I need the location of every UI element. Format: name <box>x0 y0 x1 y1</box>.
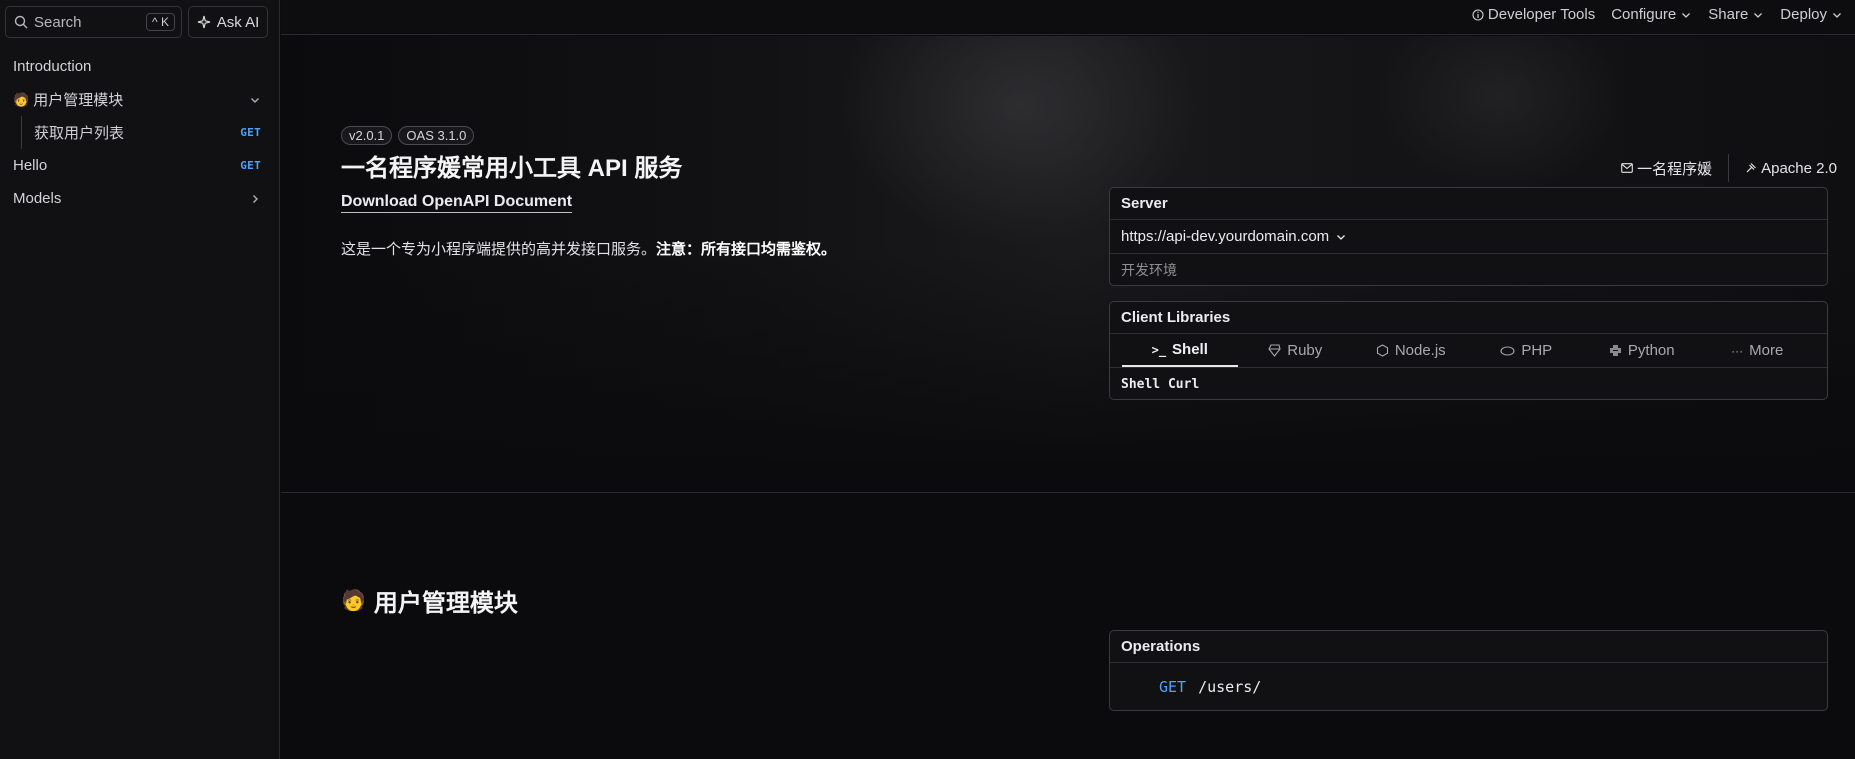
oas-badge: OAS 3.1.0 <box>398 126 475 145</box>
code-sample-label: Shell Curl <box>1121 376 1200 392</box>
version-badge: v2.0.1 <box>341 126 393 145</box>
client-libraries-heading: Client Libraries <box>1110 302 1827 334</box>
sidebar-item-label: 获取用户列表 <box>34 125 125 142</box>
tab-label: Node.js <box>1394 342 1446 359</box>
server-panel: Server https://api-dev.yourdomain.com 开发… <box>1109 187 1828 286</box>
developer-tools-label: Developer Tools <box>1487 6 1596 23</box>
terminal-icon: >_ <box>1151 342 1167 357</box>
search-input[interactable]: Search ^ K <box>5 6 182 38</box>
info-icon <box>1472 8 1484 21</box>
license-label: Apache 2.0 <box>1761 159 1837 177</box>
chevron-down-icon <box>1682 12 1691 18</box>
chevron-down-icon <box>1337 234 1346 240</box>
contact-label: 一名程序媛 <box>1637 160 1713 178</box>
configure-menu[interactable]: Configure <box>1611 6 1692 23</box>
operation-method: GET <box>1159 677 1187 696</box>
sidebar-item-hello[interactable]: Hello GET <box>0 149 279 182</box>
tab-shell[interactable]: >_ Shell <box>1122 334 1238 367</box>
tab-more[interactable]: ··· More <box>1700 334 1816 367</box>
client-libraries-panel: Client Libraries >_ Shell Ruby Node.js P… <box>1109 301 1828 400</box>
top-menu: Developer Tools Configure Share Deploy <box>1472 6 1843 23</box>
nodejs-icon <box>1376 344 1388 357</box>
php-icon <box>1500 345 1515 356</box>
search-shortcut: ^ K <box>146 13 175 31</box>
section-title: 🧑 用户管理模块 <box>341 583 518 618</box>
description-note: 注意：所有接口均需鉴权。 <box>656 241 837 258</box>
tab-label: PHP <box>1521 342 1553 359</box>
tab-php[interactable]: PHP <box>1469 334 1585 367</box>
gavel-icon <box>1746 163 1757 173</box>
license-link[interactable]: Apache 2.0 <box>1729 160 1837 177</box>
python-icon <box>1609 345 1621 356</box>
sidebar-item-label: Models <box>13 190 62 207</box>
server-url: https://api-dev.yourdomain.com <box>1121 228 1330 245</box>
chevron-down-icon <box>1754 12 1763 18</box>
deploy-menu[interactable]: Deploy <box>1780 6 1843 23</box>
search-label: Search <box>34 13 82 31</box>
deploy-label: Deploy <box>1780 6 1827 23</box>
sidebar-item-label: Introduction <box>13 58 92 75</box>
operations-panel: Operations GET /users/ <box>1109 630 1828 711</box>
chevron-right-icon[interactable] <box>249 193 261 205</box>
ask-ai-label: Ask AI <box>216 13 260 31</box>
tab-python[interactable]: Python <box>1584 334 1700 367</box>
operations-heading: Operations <box>1110 631 1827 663</box>
ruby-icon <box>1268 344 1281 357</box>
contact-link[interactable]: 一名程序媛 <box>1605 158 1728 179</box>
search-icon <box>14 15 28 29</box>
sidebar-item-label: Hello <box>13 157 48 174</box>
api-hero: v2.0.1 OAS 3.1.0 一名程序媛常用小工具 API 服务 Downl… <box>281 36 1855 493</box>
share-menu[interactable]: Share <box>1708 6 1764 23</box>
sidebar-item-models[interactable]: Models <box>0 182 279 215</box>
server-heading: Server <box>1110 188 1827 220</box>
server-environment: 开发环境 <box>1121 261 1177 278</box>
api-description: 这是一个专为小程序端提供的高并发接口服务。注意：所有接口均需鉴权。 <box>341 238 836 259</box>
top-bar: Developer Tools Configure Share Deploy <box>281 0 1855 35</box>
operation-row[interactable]: GET /users/ <box>1110 663 1827 710</box>
ellipsis-icon: ··· <box>1731 343 1744 358</box>
download-openapi-link[interactable]: Download OpenAPI Document <box>341 193 573 213</box>
server-select[interactable]: https://api-dev.yourdomain.com <box>1110 220 1827 254</box>
configure-label: Configure <box>1611 6 1677 23</box>
api-meta-links: 一名程序媛 Apache 2.0 <box>1605 154 1837 182</box>
tab-nodejs[interactable]: Node.js <box>1353 334 1469 367</box>
sidebar-item-user-management[interactable]: 🧑 用户管理模块 <box>0 83 279 116</box>
chevron-down-icon[interactable] <box>249 94 261 106</box>
user-emoji-icon: 🧑 <box>341 590 366 612</box>
sidebar-nav: Introduction 🧑 用户管理模块 获取用户列表 GET Hello G… <box>0 50 279 215</box>
mail-icon <box>1621 163 1633 173</box>
sidebar-item-label: 用户管理模块 <box>33 92 124 109</box>
api-info: v2.0.1 OAS 3.1.0 一名程序媛常用小工具 API 服务 Downl… <box>341 126 836 259</box>
tab-label: Python <box>1627 342 1675 359</box>
sparkle-icon <box>197 15 210 29</box>
chevron-down-icon <box>1833 12 1841 18</box>
method-badge: GET <box>240 126 261 139</box>
sidebar-item-introduction[interactable]: Introduction <box>0 50 279 83</box>
sidebar-item-get-user-list[interactable]: 获取用户列表 GET <box>21 116 279 149</box>
tab-label: Shell <box>1172 341 1208 358</box>
section-title-text: 用户管理模块 <box>373 590 518 617</box>
ask-ai-button[interactable]: Ask AI <box>188 6 268 38</box>
tab-label: Ruby <box>1287 342 1323 359</box>
sidebar: Search ^ K Ask AI Introduction 🧑 用户管理模块 … <box>0 0 280 759</box>
operation-path: /users/ <box>1198 677 1262 696</box>
tab-ruby[interactable]: Ruby <box>1238 334 1354 367</box>
version-badges: v2.0.1 OAS 3.1.0 <box>341 126 836 145</box>
user-emoji-icon: 🧑 <box>13 91 30 107</box>
tab-label: More <box>1749 342 1784 359</box>
client-library-tabs: >_ Shell Ruby Node.js PHP Python ··· Mor… <box>1110 334 1827 368</box>
method-badge: GET <box>240 159 261 172</box>
description-text: 这是一个专为小程序端提供的高并发接口服务。 <box>341 241 657 258</box>
share-label: Share <box>1708 6 1749 23</box>
developer-tools-button[interactable]: Developer Tools <box>1472 6 1595 23</box>
page-title: 一名程序媛常用小工具 API 服务 <box>341 155 683 182</box>
sidebar-search-row: Search ^ K Ask AI <box>5 6 268 38</box>
